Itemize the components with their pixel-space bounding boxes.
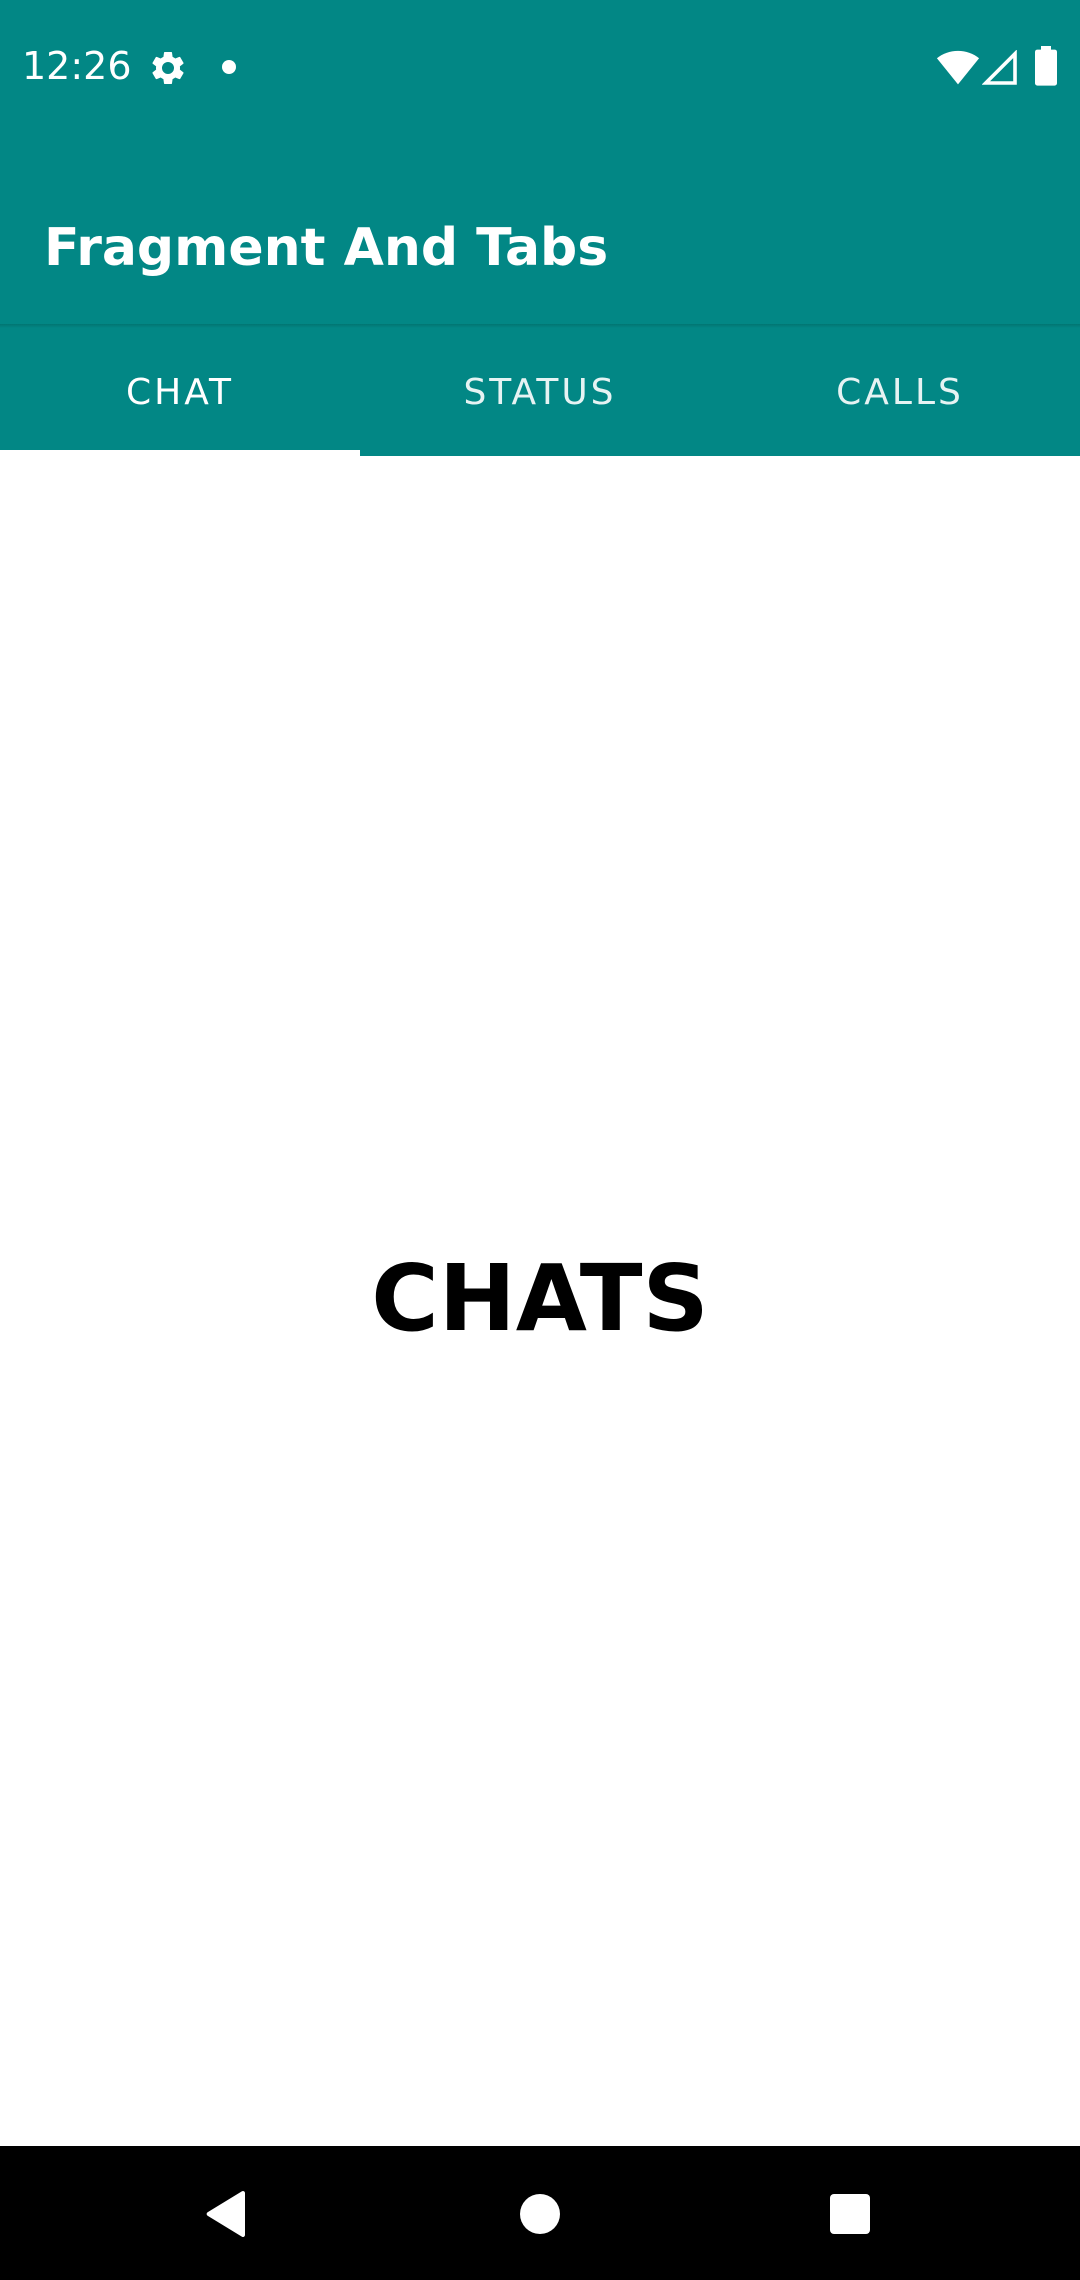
app-bar: Fragment And Tabs xyxy=(0,134,1080,324)
status-time: 12:26 xyxy=(22,44,132,88)
navigation-bar xyxy=(0,2146,1080,2280)
home-icon[interactable] xyxy=(520,2194,560,2234)
tab-chat[interactable]: CHAT xyxy=(0,328,360,456)
fragment-content: CHATS xyxy=(0,456,1080,2146)
notification-dot-icon xyxy=(222,60,236,74)
tab-calls[interactable]: CALLS xyxy=(720,328,1080,456)
back-icon[interactable] xyxy=(204,2190,248,2238)
tab-label: STATUS xyxy=(463,371,617,413)
tab-bar: CHAT STATUS CALLS xyxy=(0,328,1080,456)
recents-icon[interactable] xyxy=(830,2194,870,2234)
app-title: Fragment And Tabs xyxy=(44,218,609,278)
wifi-icon xyxy=(936,50,980,85)
gear-icon xyxy=(152,51,184,84)
fragment-title: CHATS xyxy=(371,1245,709,1352)
tab-label: CHAT xyxy=(125,371,235,413)
tab-status[interactable]: STATUS xyxy=(360,328,720,456)
battery-icon xyxy=(1035,46,1057,86)
cellular-signal-icon xyxy=(982,50,1017,85)
status-bar: 12:26 xyxy=(0,0,1080,134)
tab-label: CALLS xyxy=(836,371,964,413)
